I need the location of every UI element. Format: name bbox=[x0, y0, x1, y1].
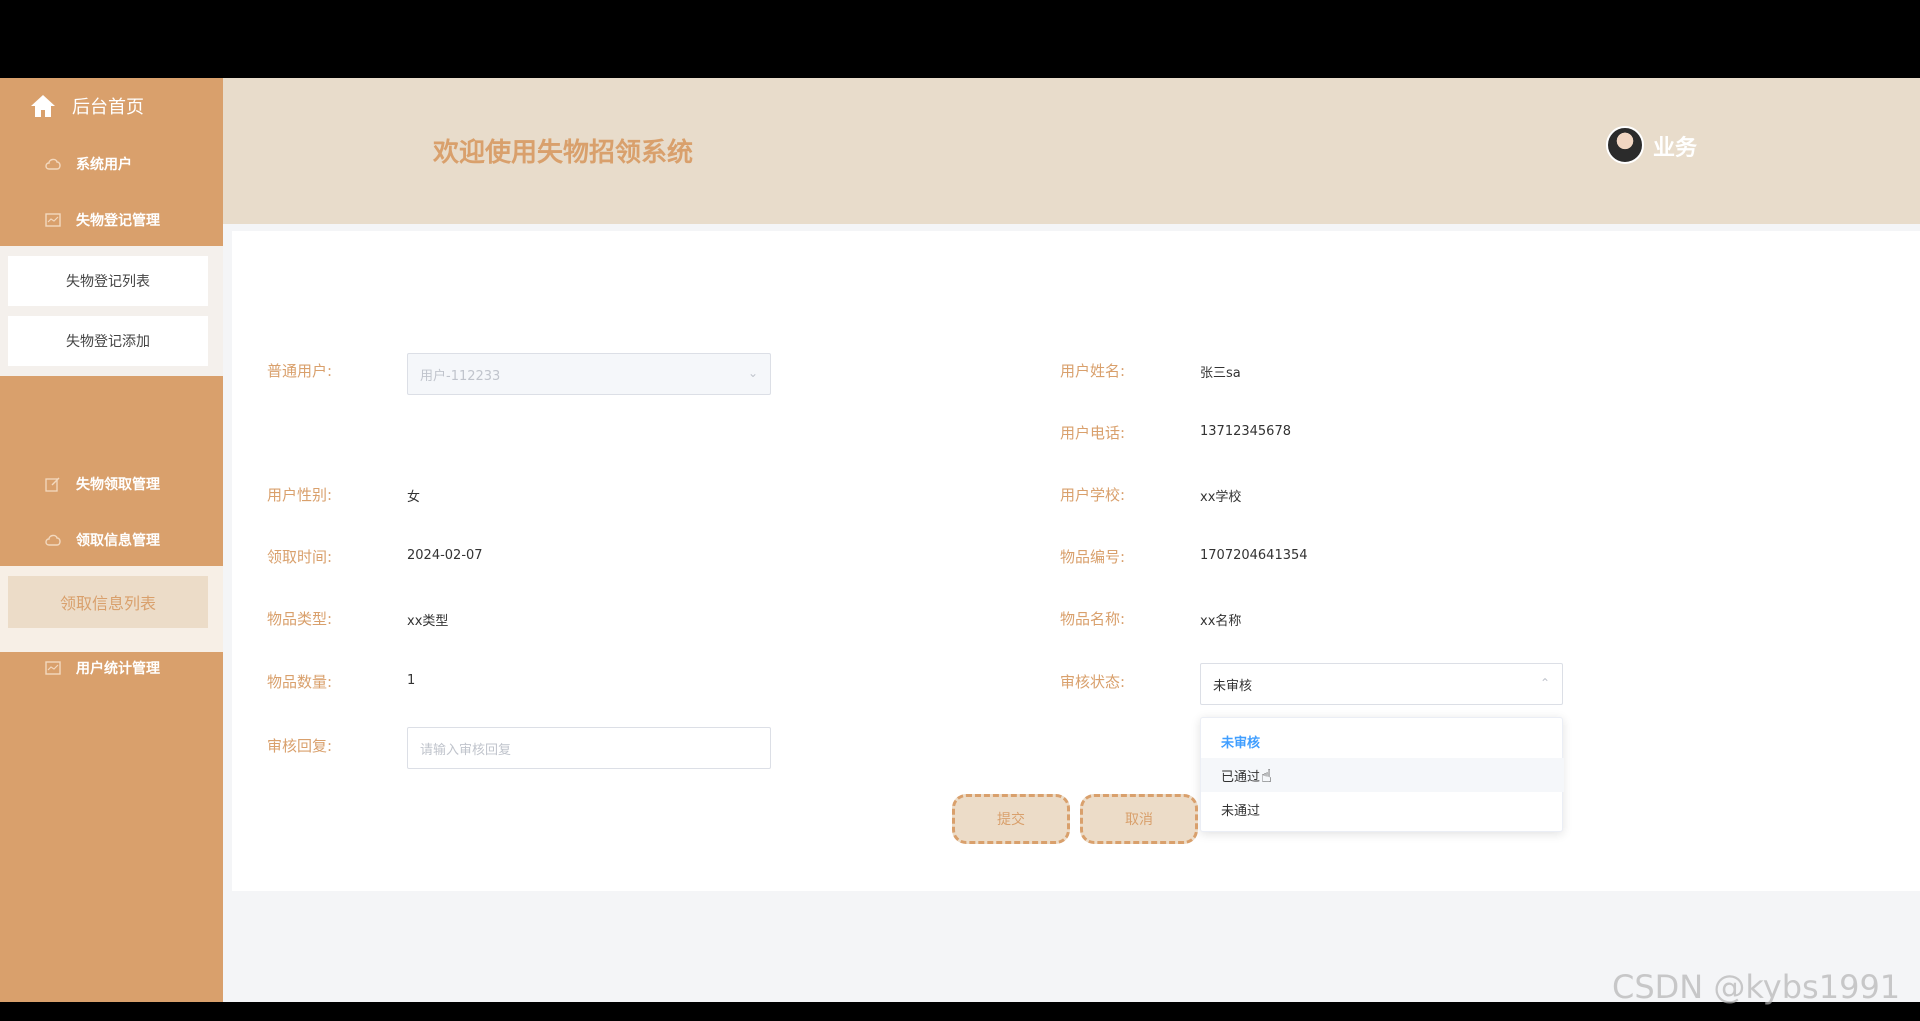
normal-user-select[interactable]: 用户-112233 ⌄ bbox=[407, 353, 771, 395]
app-screen: 后台首页 系统用户 失物登记管理 失物登记列表 失物登记添加 失物领取管理 领取… bbox=[0, 78, 1920, 1002]
sidebar-item-label: 后台首页 bbox=[72, 97, 144, 118]
audit-reply-label: 审核回复: bbox=[266, 737, 332, 755]
sidebar-item-claim-mgmt[interactable]: 失物领取管理 bbox=[0, 458, 223, 510]
sidebar-item-label: 用户统计管理 bbox=[76, 661, 160, 677]
user-name-label: 用户姓名: bbox=[1059, 362, 1125, 380]
item-no-value: 1707204641354 bbox=[1200, 548, 1308, 563]
audit-status-select[interactable]: 未审核 ⌃ bbox=[1200, 663, 1563, 705]
normal-user-label: 普通用户: bbox=[266, 362, 332, 380]
watermark: CSDN @kybs1991 bbox=[1612, 968, 1901, 1006]
sidebar-item-lost-mgmt[interactable]: 失物登记管理 bbox=[0, 194, 223, 246]
sidebar-item-label: 系统用户 bbox=[76, 157, 132, 173]
item-no-label: 物品编号: bbox=[1059, 548, 1125, 566]
sidebar-subitem-lost-list[interactable]: 失物登记列表 bbox=[8, 256, 208, 306]
item-qty-value: 1 bbox=[407, 673, 416, 688]
item-name-value: xx名称 bbox=[1200, 614, 1242, 629]
sidebar-item-label: 失物登记管理 bbox=[76, 213, 160, 229]
home-icon bbox=[28, 93, 58, 119]
sidebar-item-stats-mgmt[interactable]: 用户统计管理 bbox=[0, 642, 223, 694]
sidebar-item-home[interactable]: 后台首页 bbox=[0, 78, 223, 134]
item-qty-label: 物品数量: bbox=[266, 673, 332, 691]
chart-icon bbox=[40, 213, 66, 227]
item-name-label: 物品名称: bbox=[1059, 610, 1125, 628]
sidebar-subitem-claim-info-list[interactable]: 领取信息列表 bbox=[8, 576, 208, 628]
sidebar-item-label: 失物领取管理 bbox=[76, 477, 160, 493]
audit-reply-input[interactable]: 请输入审核回复 bbox=[407, 727, 771, 769]
user-name-value: 张三sa bbox=[1200, 366, 1241, 381]
user-phone-value: 13712345678 bbox=[1200, 424, 1291, 439]
status-option-rejected[interactable]: 未通过 bbox=[1201, 792, 1564, 826]
avatar[interactable] bbox=[1606, 126, 1644, 164]
school-value: xx学校 bbox=[1200, 490, 1242, 505]
gender-value: 女 bbox=[407, 490, 421, 505]
page-title: 欢迎使用失物招领系统 bbox=[433, 138, 694, 168]
status-option-approved[interactable]: 已通过 ☝ bbox=[1201, 758, 1564, 792]
gender-label: 用户性别: bbox=[266, 486, 332, 504]
sidebar-item-system-users[interactable]: 系统用户 bbox=[0, 138, 223, 190]
cancel-button[interactable]: 取消 bbox=[1080, 794, 1198, 844]
submit-button[interactable]: 提交 bbox=[952, 794, 1070, 844]
hand-cursor-icon: ☝ bbox=[1261, 766, 1272, 787]
edit-icon bbox=[40, 476, 66, 492]
audit-status-value: 未审核 bbox=[1213, 678, 1253, 694]
username-label[interactable]: 业务 bbox=[1653, 130, 1697, 162]
sidebar-item-claim-info-mgmt[interactable]: 领取信息管理 bbox=[0, 514, 223, 566]
chevron-down-icon: ⌄ bbox=[747, 366, 758, 380]
user-phone-label: 用户电话: bbox=[1059, 424, 1125, 442]
claim-time-label: 领取时间: bbox=[266, 548, 332, 566]
cloud-icon bbox=[40, 533, 66, 547]
school-label: 用户学校: bbox=[1059, 486, 1125, 504]
sidebar-subitem-lost-add[interactable]: 失物登记添加 bbox=[8, 316, 208, 366]
chart-icon bbox=[40, 661, 66, 675]
item-type-label: 物品类型: bbox=[266, 610, 332, 628]
audit-reply-placeholder: 请输入审核回复 bbox=[420, 742, 512, 758]
status-option-pending[interactable]: 未审核 bbox=[1201, 724, 1564, 758]
cloud-icon bbox=[40, 157, 66, 171]
top-header: 欢迎使用失物招领系统 业务 bbox=[223, 78, 1920, 224]
claim-form-card: 普通用户: 用户-112233 ⌄ 用户姓名: 张三sa 用户电话: 13712… bbox=[232, 231, 1920, 891]
audit-status-dropdown: 未审核 已通过 ☝ 未通过 bbox=[1200, 717, 1564, 832]
chevron-up-icon: ⌃ bbox=[1539, 676, 1550, 690]
claim-time-value: 2024-02-07 bbox=[407, 548, 483, 563]
normal-user-value: 用户-112233 bbox=[420, 368, 501, 384]
status-option-label: 已通过 bbox=[1221, 769, 1261, 785]
item-type-value: xx类型 bbox=[407, 614, 449, 629]
audit-status-label: 审核状态: bbox=[1059, 673, 1125, 691]
sidebar: 后台首页 系统用户 失物登记管理 失物登记列表 失物登记添加 失物领取管理 领取… bbox=[0, 78, 223, 1002]
sidebar-item-label: 领取信息管理 bbox=[76, 533, 160, 549]
